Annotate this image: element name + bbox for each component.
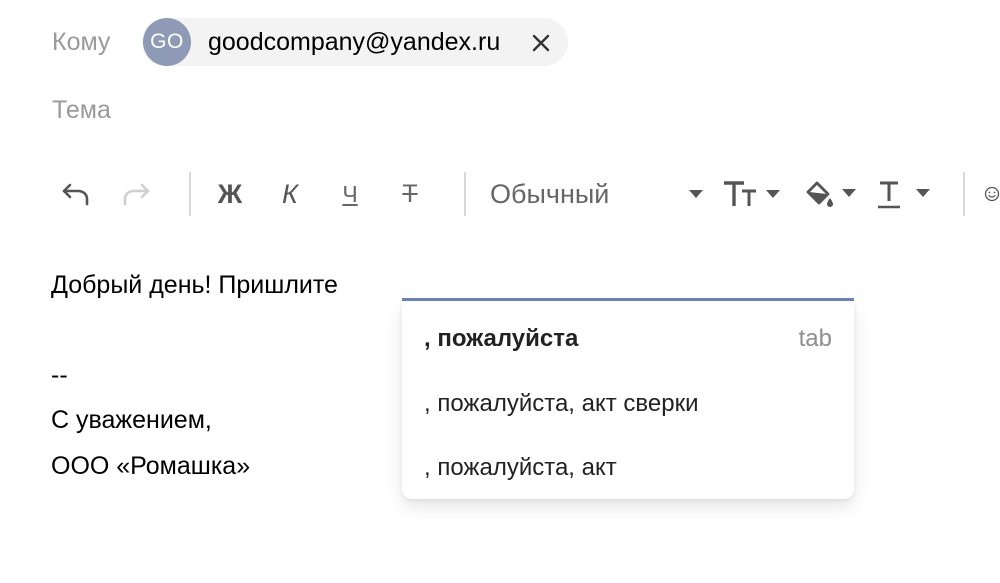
redo-icon [123,183,150,206]
italic-label: К [282,179,298,209]
recipient-email: goodcompany@yandex.ru [208,28,501,56]
undo-button[interactable] [54,166,98,222]
emoji-button[interactable] [982,166,1000,222]
autocomplete-item[interactable]: , пожалуйста, акт [402,434,854,498]
compose-window: Кому GO goodcompany@yandex.ru Тема Ж К Ч… [0,0,1000,583]
fill-color-button[interactable] [802,166,860,222]
avatar: GO [143,18,191,66]
undo-icon [62,183,89,206]
signature-line[interactable]: С уважением, [51,405,212,435]
underline-label: Ч [342,181,358,207]
chevron-down-icon [689,190,703,198]
autocomplete-key-hint: tab [798,325,832,352]
signature-line[interactable]: ООО «Ромашка» [51,451,250,481]
autocomplete-item-text: , пожалуйста, акт сверки [424,390,699,417]
paragraph-style-value: Обычный [490,179,610,209]
autocomplete-item-text: , пожалуйста, акт [424,454,617,481]
autocomplete-item-text: , пожалуйста [424,325,579,352]
autocomplete-item[interactable]: , пожалуйста tab [402,305,854,369]
toolbar-separator [189,172,191,216]
close-icon[interactable] [528,30,554,56]
bold-label: Ж [217,179,243,209]
underline-button[interactable]: Ч [326,166,374,222]
emoji-icon [984,186,1000,202]
subject-input[interactable]: Тема [52,96,111,124]
to-label: Кому [52,28,111,56]
recipients-row[interactable]: Кому GO goodcompany@yandex.ru [0,0,1000,84]
toolbar-separator [963,172,965,216]
redo-button[interactable] [114,166,158,222]
text-color-icon [878,181,930,209]
paragraph-style-select[interactable]: Обычный [488,166,710,222]
font-size-button[interactable] [722,166,784,222]
recipient-chip[interactable]: GO goodcompany@yandex.ru [142,18,568,66]
strikethrough-button[interactable]: Т [386,166,434,222]
strikethrough-label: Т [402,180,418,208]
italic-button[interactable]: К [266,166,314,222]
paint-bucket-icon [806,181,856,207]
autocomplete-panel: , пожалуйста tab , пожалуйста, акт сверк… [402,301,854,499]
body-text-line[interactable]: Добрый день! Пришлите [51,270,338,300]
toolbar-separator [464,172,466,216]
bold-button[interactable]: Ж [206,166,254,222]
signature-separator[interactable]: -- [51,360,68,390]
formatting-toolbar: Ж К Ч Т Обычный [0,166,1000,222]
text-color-button[interactable] [874,166,936,222]
font-size-icon [724,181,780,206]
autocomplete-item[interactable]: , пожалуйста, акт сверки [402,370,854,434]
